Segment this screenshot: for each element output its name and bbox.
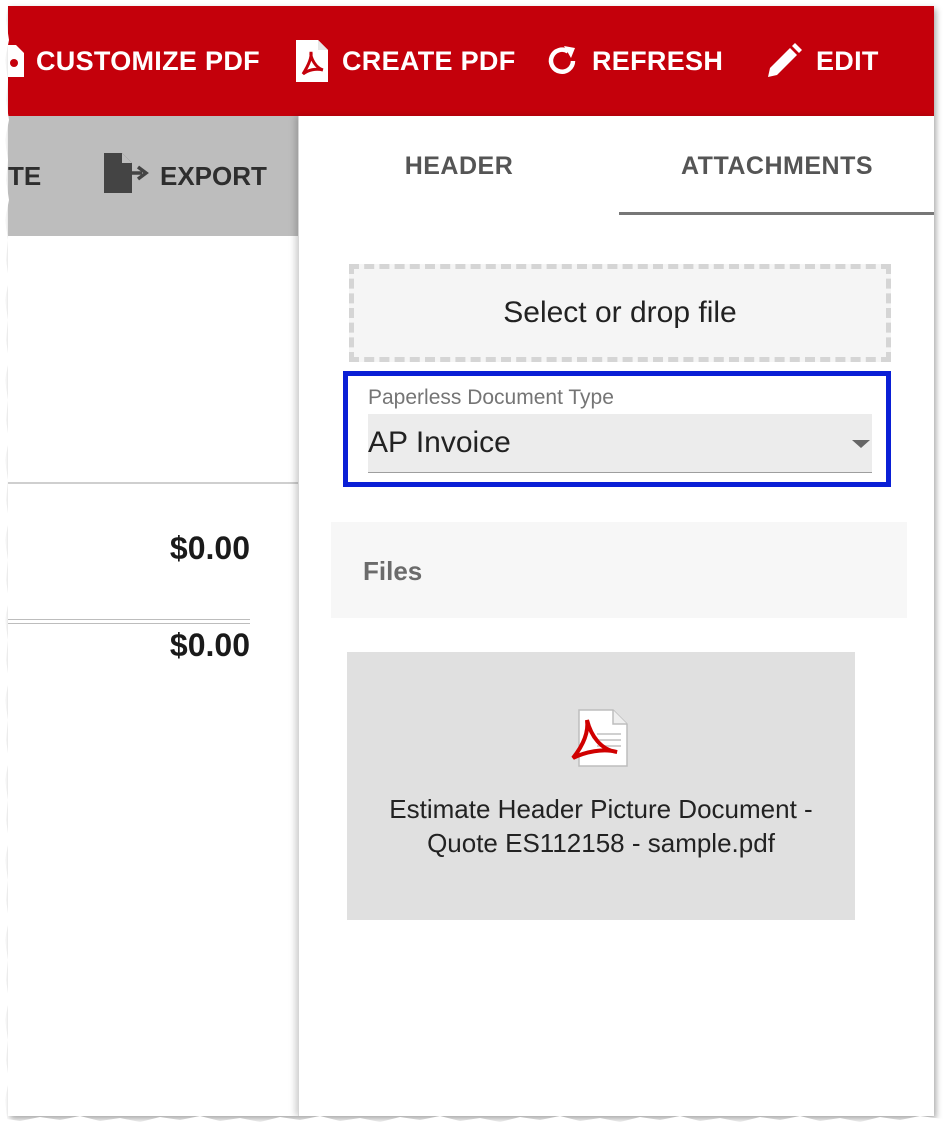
dropdown-caret-icon[interactable]	[852, 440, 870, 448]
truncated-tool-button[interactable]: TE	[8, 116, 41, 236]
files-heading: Files	[363, 556, 423, 586]
dropzone-label: Select or drop file	[503, 296, 737, 329]
export-button[interactable]: EXPORT	[102, 116, 267, 236]
truncated-tool-label: TE	[8, 160, 42, 191]
app-window: CUSTOMIZE PDF CREATE PDF REFRESH EDIT TE	[8, 6, 934, 1116]
tab-attachments[interactable]: ATTACHMENTS	[619, 116, 934, 216]
total-rule-bottom	[8, 623, 250, 624]
file-dropzone[interactable]: Select or drop file	[349, 264, 891, 362]
active-tab-indicator	[619, 212, 934, 215]
file-name-line-1: Estimate Header Picture Document -	[389, 794, 813, 824]
attachments-panel: HEADER ATTACHMENTS Select or drop file P…	[298, 116, 934, 1116]
grand-total-amount: $0.00	[169, 627, 250, 663]
files-section-header: Files	[331, 522, 907, 618]
create-pdf-label: CREATE PDF	[342, 45, 516, 76]
edit-label: EDIT	[816, 45, 879, 76]
left-toolbar: TE EXPORT	[8, 116, 298, 236]
export-icon	[102, 151, 152, 202]
refresh-label: REFRESH	[592, 45, 724, 76]
refresh-button[interactable]: REFRESH	[544, 6, 723, 116]
paperless-type-value: AP Invoice	[368, 426, 511, 459]
pdf-file-icon	[569, 708, 631, 775]
left-pane: TE EXPORT $0.00 $0.00	[8, 116, 298, 1116]
section-divider	[8, 482, 298, 484]
total-amount: $0.00	[169, 530, 250, 566]
customize-pdf-icon	[8, 41, 24, 81]
refresh-icon	[544, 43, 580, 79]
file-card[interactable]: Estimate Header Picture Document - Quote…	[347, 652, 855, 920]
tab-header[interactable]: HEADER	[299, 116, 619, 216]
export-label: EXPORT	[160, 160, 267, 191]
torn-edge-bottom	[0, 1116, 943, 1126]
edit-button[interactable]: EDIT	[764, 6, 879, 116]
torn-edge-left	[0, 0, 9, 1126]
customize-pdf-label: CUSTOMIZE PDF	[36, 45, 260, 76]
top-toolbar: CUSTOMIZE PDF CREATE PDF REFRESH EDIT	[8, 6, 934, 116]
total-rule-top	[8, 619, 250, 620]
customize-pdf-button[interactable]: CUSTOMIZE PDF	[8, 6, 260, 116]
pencil-icon	[764, 41, 804, 81]
paperless-type-label: Paperless Document Type	[368, 386, 614, 409]
paperless-type-highlight: Paperless Document Type AP Invoice	[343, 371, 891, 487]
paperless-type-select[interactable]: AP Invoice	[368, 414, 872, 473]
file-name-line-2: Quote ES112158 - sample.pdf	[427, 828, 775, 858]
create-pdf-button[interactable]: CREATE PDF	[294, 6, 516, 116]
file-name: Estimate Header Picture Document - Quote…	[347, 792, 855, 860]
pdf-icon	[294, 38, 330, 84]
